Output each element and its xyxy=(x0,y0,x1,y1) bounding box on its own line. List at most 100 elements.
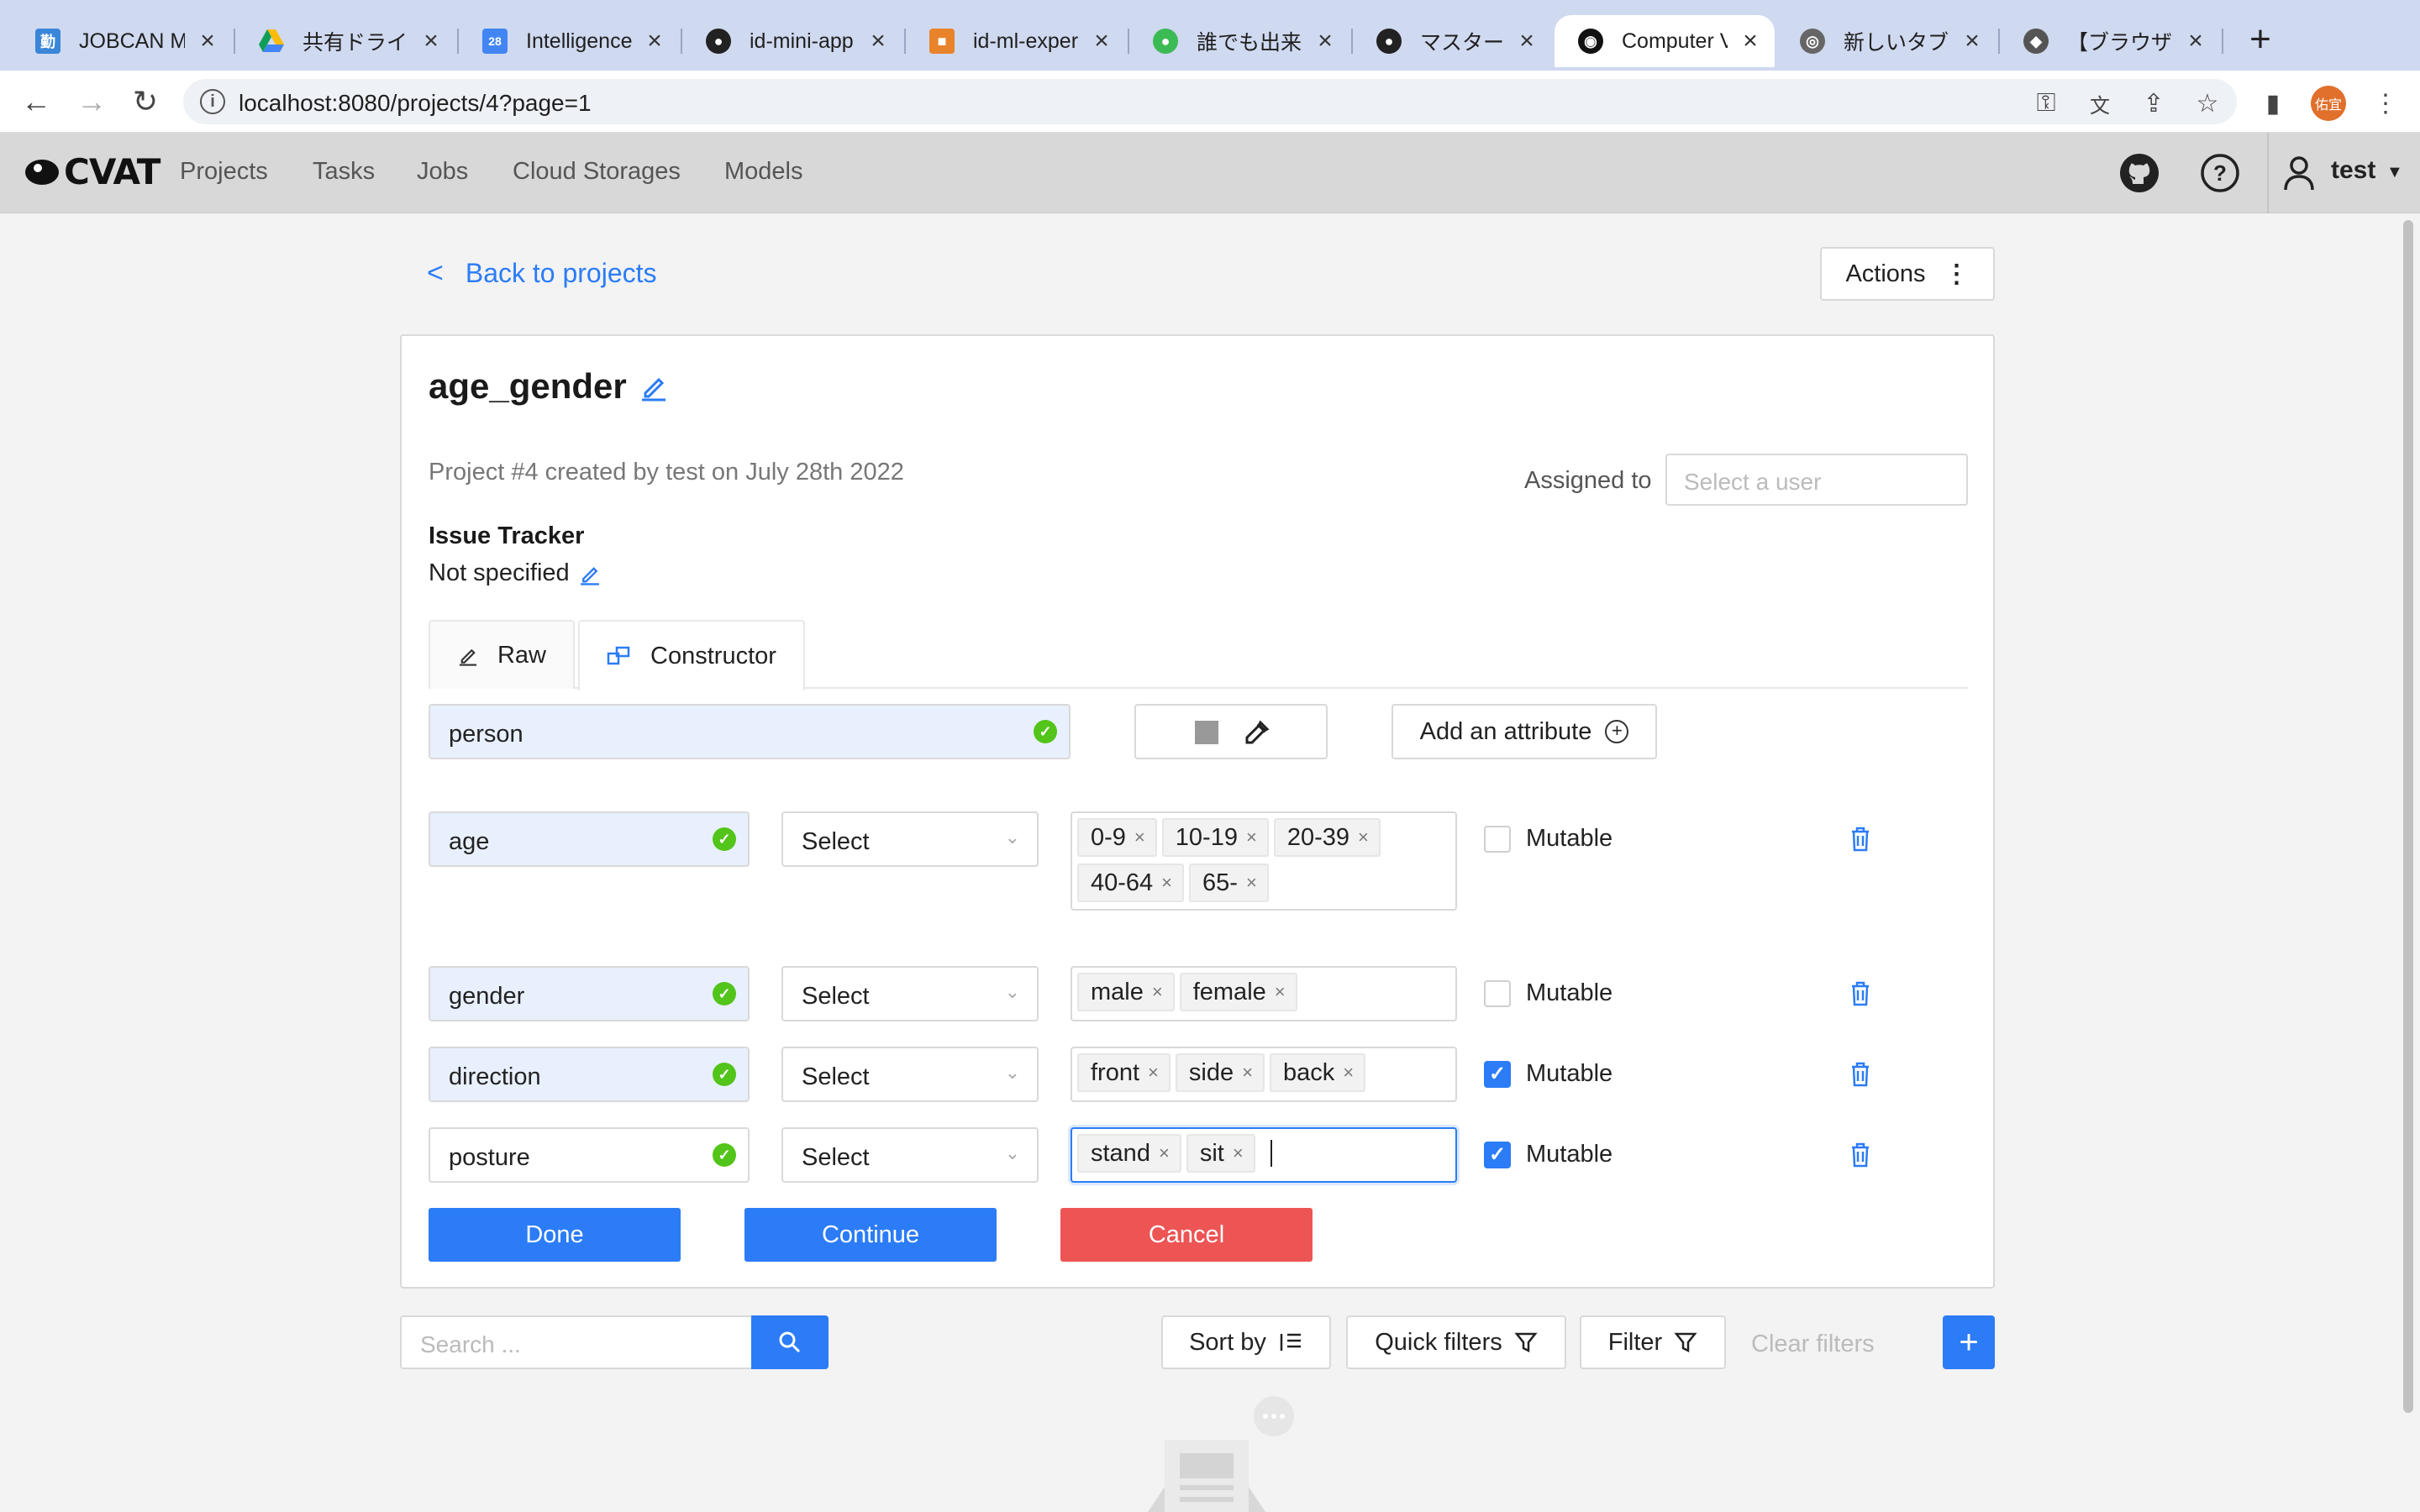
nav-jobs[interactable]: Jobs xyxy=(417,158,468,186)
mutable-checkbox[interactable]: ✓ Mutable xyxy=(1484,1141,1612,1168)
attribute-name-input[interactable]: age ✓ xyxy=(429,811,750,867)
label-name-input[interactable]: person ✓ xyxy=(429,704,1071,759)
sort-by-button[interactable]: Sort by xyxy=(1161,1315,1331,1369)
new-tab-button[interactable]: + xyxy=(2235,18,2286,60)
actions-button[interactable]: Actions ⋮ xyxy=(1820,247,1995,301)
add-attribute-button[interactable]: Add an attribute + xyxy=(1392,704,1657,759)
add-task-button[interactable]: + xyxy=(1943,1315,1995,1369)
attribute-values-input[interactable]: stand × sit × xyxy=(1071,1127,1457,1183)
attribute-name-input[interactable]: posture ✓ xyxy=(429,1127,750,1183)
nav-projects[interactable]: Projects xyxy=(180,158,268,186)
edit-icon[interactable] xyxy=(578,562,602,585)
close-icon[interactable]: × xyxy=(1246,872,1257,894)
share-icon[interactable]: ⇪ xyxy=(2139,89,2168,118)
mutable-checkbox[interactable]: ✓ Mutable xyxy=(1484,1060,1612,1088)
nav-models[interactable]: Models xyxy=(724,158,803,186)
nav-tasks[interactable]: Tasks xyxy=(313,158,375,186)
attribute-type-select[interactable]: Select ⌄ xyxy=(781,1047,1039,1102)
help-icon[interactable]: ? xyxy=(2196,150,2244,197)
key-icon[interactable]: ⚿ xyxy=(2032,89,2060,118)
trash-icon[interactable] xyxy=(1847,1141,1874,1169)
browser-tab[interactable]: ● マスターでの × xyxy=(1353,15,1551,67)
checkbox-box[interactable]: ✓ xyxy=(1484,1141,1511,1168)
done-button[interactable]: Done xyxy=(429,1208,681,1262)
browser-tab[interactable]: 28 Intelligence × xyxy=(459,15,679,67)
attribute-name-input[interactable]: direction ✓ xyxy=(429,1047,750,1102)
browser-tab[interactable]: ● id-mini-app × xyxy=(682,15,902,67)
label-color-button[interactable] xyxy=(1134,704,1328,759)
close-icon[interactable]: × xyxy=(1159,1142,1170,1164)
page-scrollbar[interactable] xyxy=(2396,213,2420,1512)
close-icon[interactable]: × xyxy=(1343,1062,1354,1084)
attribute-type-select[interactable]: Select ⌄ xyxy=(781,811,1039,867)
close-icon[interactable]: × xyxy=(1960,27,1985,55)
tab-raw[interactable]: Raw xyxy=(429,620,575,689)
close-icon[interactable]: × xyxy=(1152,981,1163,1003)
close-icon[interactable]: × xyxy=(865,27,891,55)
close-icon[interactable]: × xyxy=(1148,1062,1159,1084)
close-icon[interactable]: × xyxy=(418,27,444,55)
close-icon[interactable]: × xyxy=(1358,827,1369,848)
close-icon[interactable]: × xyxy=(1514,27,1539,55)
url-field[interactable]: i localhost:8080/projects/4?page=1 xyxy=(183,79,2237,124)
quick-filters-button[interactable]: Quick filters xyxy=(1346,1315,1566,1369)
scrollbar-thumb[interactable] xyxy=(2403,220,2413,1413)
browser-tab-active[interactable]: ◉ Computer V × xyxy=(1555,15,1775,67)
user-name[interactable]: test xyxy=(2331,156,2375,185)
attribute-values-input[interactable]: 0-9 × 10-19 × 20-39 × 40-64 × 65- × xyxy=(1071,811,1457,911)
close-icon[interactable]: × xyxy=(1275,981,1286,1003)
side-panel-icon[interactable]: ▮ xyxy=(2259,89,2287,118)
mutable-checkbox[interactable]: Mutable xyxy=(1484,979,1612,1007)
user-icon[interactable] xyxy=(2275,150,2323,197)
site-info-icon[interactable]: i xyxy=(200,89,225,114)
nav-cloud-storages[interactable]: Cloud Storages xyxy=(513,158,681,186)
continue-button[interactable]: Continue xyxy=(744,1208,997,1262)
browser-tab[interactable]: ■ id-ml-exper × xyxy=(906,15,1126,67)
trash-icon[interactable] xyxy=(1847,979,1874,1008)
close-icon[interactable]: × xyxy=(1161,872,1172,894)
trash-icon[interactable] xyxy=(1847,825,1874,853)
close-icon[interactable]: × xyxy=(2183,27,2208,55)
attribute-type-select[interactable]: Select ⌄ xyxy=(781,966,1039,1021)
trash-icon[interactable] xyxy=(1847,1060,1874,1089)
attribute-type-select[interactable]: Select ⌄ xyxy=(781,1127,1039,1183)
assignee-select[interactable]: Select a user xyxy=(1665,454,1968,506)
checkbox-box[interactable] xyxy=(1484,979,1511,1007)
forward-arrow-icon[interactable]: → xyxy=(72,82,111,121)
close-icon[interactable]: × xyxy=(642,27,667,55)
browser-tab[interactable]: ◆ 【ブラウザ × xyxy=(2000,15,2220,67)
back-to-projects-link[interactable]: < Back to projects xyxy=(427,257,657,290)
close-icon[interactable]: × xyxy=(1246,827,1257,848)
attribute-name-input[interactable]: gender ✓ xyxy=(429,966,750,1021)
translate-icon[interactable]: 文 xyxy=(2086,89,2114,118)
edit-icon[interactable] xyxy=(639,371,669,402)
close-icon[interactable]: × xyxy=(1738,27,1763,55)
clear-filters-button[interactable]: Clear filters xyxy=(1751,1331,1875,1358)
attribute-values-input[interactable]: male × female × xyxy=(1071,966,1457,1021)
kebab-menu-icon[interactable]: ⋮ xyxy=(2371,89,2400,118)
search-input[interactable]: Search ... xyxy=(400,1315,753,1369)
close-icon[interactable]: × xyxy=(1089,27,1114,55)
browser-tab[interactable]: ● 誰でも出来る × xyxy=(1129,15,1349,67)
close-icon[interactable]: × xyxy=(195,27,220,55)
browser-tab[interactable]: ◎ 新しいタブ × xyxy=(1776,15,1996,67)
back-arrow-icon[interactable]: ← xyxy=(17,82,55,121)
profile-avatar[interactable]: 佑宜 xyxy=(2311,86,2346,121)
search-button[interactable] xyxy=(751,1315,829,1369)
mutable-checkbox[interactable]: Mutable xyxy=(1484,825,1612,853)
filter-button[interactable]: Filter xyxy=(1580,1315,1726,1369)
tab-constructor[interactable]: Constructor xyxy=(578,620,805,690)
caret-down-icon[interactable]: ▼ xyxy=(2386,163,2403,182)
checkbox-box[interactable]: ✓ xyxy=(1484,1060,1511,1088)
attribute-values-input[interactable]: front × side × back × xyxy=(1071,1047,1457,1102)
checkbox-box[interactable] xyxy=(1484,825,1511,853)
cancel-button[interactable]: Cancel xyxy=(1060,1208,1313,1262)
browser-tab[interactable]: 勤 JOBCAN My × xyxy=(12,15,232,67)
close-icon[interactable]: × xyxy=(1242,1062,1253,1084)
bookmark-star-icon[interactable]: ☆ xyxy=(2193,89,2222,118)
cvat-logo[interactable]: CVAT xyxy=(24,151,160,192)
github-icon[interactable] xyxy=(2116,150,2163,197)
close-icon[interactable]: × xyxy=(1233,1142,1244,1164)
reload-icon[interactable]: ↻ xyxy=(126,82,165,121)
close-icon[interactable]: × xyxy=(1134,827,1145,848)
